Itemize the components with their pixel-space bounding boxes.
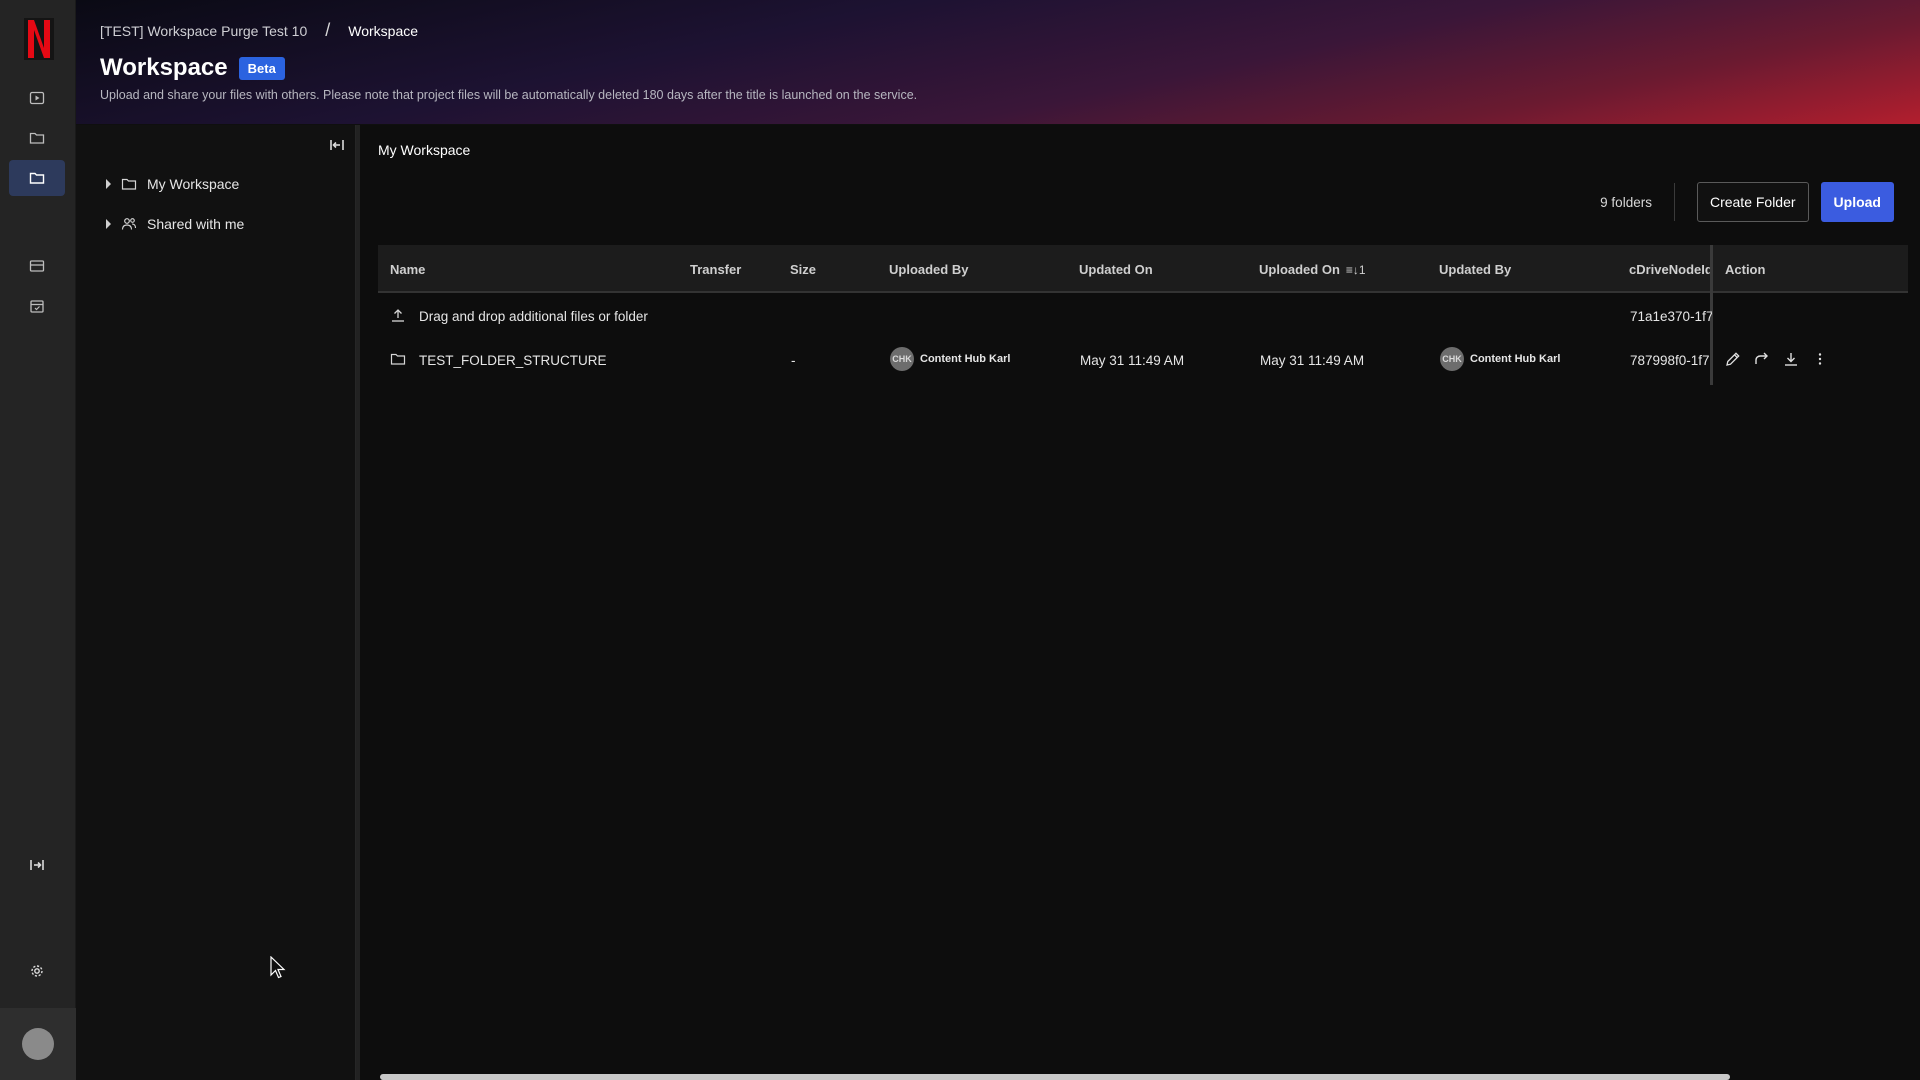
expand-caret-icon[interactable]: [106, 179, 111, 189]
header-banner: [TEST] Workspace Purge Test 10 / Workspa…: [76, 0, 1920, 124]
tree-item-my-workspace[interactable]: My Workspace: [106, 176, 239, 192]
column-updated-on[interactable]: Updated On: [1079, 262, 1153, 277]
toolbar-divider: [1673, 183, 1675, 221]
table-row[interactable]: TEST_FOLDER_STRUCTURE - CHK Content Hub …: [378, 337, 1908, 381]
folder-count: 9 folders: [1600, 194, 1652, 210]
avatar: CHK: [1440, 347, 1464, 371]
calendar-icon: [30, 300, 44, 313]
dropzone-node-id: 71a1e370-1f7: [1630, 309, 1712, 324]
shared-users-icon: [121, 218, 137, 230]
column-cdrive-node-id[interactable]: cDriveNodeId: [1629, 262, 1713, 277]
row-uploaded-by: CHK Content Hub Karl: [890, 347, 1010, 371]
upload-icon-cell: [390, 307, 406, 326]
page-title-row: Workspace Beta: [100, 54, 285, 82]
column-size[interactable]: Size: [790, 262, 816, 277]
row-name[interactable]: TEST_FOLDER_STRUCTURE: [419, 353, 607, 368]
folder-icon: [121, 178, 137, 190]
left-rail: [0, 0, 76, 1080]
column-uploaded-on[interactable]: Uploaded On ≡↓1: [1259, 262, 1366, 277]
share-icon[interactable]: [1753, 350, 1771, 368]
beta-badge: Beta: [238, 56, 285, 80]
edit-icon[interactable]: [1724, 350, 1742, 368]
column-name[interactable]: Name: [390, 262, 425, 277]
upload-icon: [392, 309, 404, 322]
nav-files[interactable]: [9, 120, 65, 156]
row-uploaded-on: May 31 11:49 AM: [1260, 353, 1365, 368]
row-updated-on: May 31 11:49 AM: [1080, 353, 1185, 368]
collapse-panel-button[interactable]: [327, 135, 347, 155]
column-uploaded-on-label: Uploaded On: [1259, 262, 1340, 277]
nav-titles[interactable]: [9, 80, 65, 116]
titles-icon: [29, 91, 45, 105]
card-icon: [29, 260, 45, 272]
more-options-icon[interactable]: [1811, 350, 1829, 368]
row-size: -: [791, 353, 796, 368]
dropzone-label: Drag and drop additional files or folder: [419, 309, 648, 324]
user-name: Content Hub Karl: [1470, 353, 1561, 365]
nav-cards[interactable]: [9, 248, 65, 284]
gear-icon: [31, 965, 43, 977]
nav-workspace[interactable]: [9, 160, 65, 196]
brand-logo[interactable]: [24, 18, 54, 60]
avatar: CHK: [890, 347, 914, 371]
column-updated-by[interactable]: Updated By: [1439, 262, 1511, 277]
page-subtitle: Upload and share your files with others.…: [100, 88, 918, 102]
column-transfer[interactable]: Transfer: [690, 262, 741, 277]
expand-caret-icon[interactable]: [106, 219, 111, 229]
avatar[interactable]: [22, 1028, 54, 1060]
upload-button[interactable]: Upload: [1820, 182, 1894, 222]
nav-schedule[interactable]: [9, 288, 65, 324]
column-uploaded-by[interactable]: Uploaded By: [889, 262, 968, 277]
section-title: My Workspace: [378, 142, 471, 158]
folder-tree-panel: My Workspace Shared with me: [76, 125, 356, 1080]
dropzone-row[interactable]: Drag and drop additional files or folder…: [378, 293, 1908, 337]
main-content: My Workspace 9 folders Create Folder Upl…: [360, 125, 1920, 1080]
table-header: Name Transfer Size Uploaded By Updated O…: [378, 245, 1908, 293]
folder-icon: [29, 132, 45, 144]
horizontal-scrollbar[interactable]: [380, 1074, 1730, 1080]
user-area: [0, 1008, 76, 1080]
download-icon[interactable]: [1782, 350, 1800, 368]
expand-sidebar-icon: [30, 860, 44, 870]
folder-icon-cell: [390, 351, 406, 370]
tree-item-label: Shared with me: [147, 216, 245, 232]
tree-item-label: My Workspace: [147, 176, 240, 192]
row-actions: [1724, 350, 1829, 368]
breadcrumb-separator: /: [325, 20, 331, 40]
row-node-id: 787998f0-1f7: [1630, 353, 1710, 368]
create-folder-button[interactable]: Create Folder: [1696, 182, 1809, 222]
collapse-panel-icon: [330, 140, 344, 150]
page-title: Workspace: [100, 54, 228, 81]
files-table: Name Transfer Size Uploaded By Updated O…: [378, 245, 1908, 385]
row-updated-by: CHK Content Hub Karl: [1440, 347, 1560, 371]
toolbar: 9 folders Create Folder Upload: [1600, 182, 1894, 222]
breadcrumb-current: Workspace: [348, 22, 419, 39]
breadcrumb-parent[interactable]: [TEST] Workspace Purge Test 10: [100, 23, 307, 39]
settings-button[interactable]: [9, 953, 65, 989]
expand-sidebar-button[interactable]: [9, 847, 65, 883]
breadcrumb: [TEST] Workspace Purge Test 10 / Workspa…: [100, 20, 418, 41]
tree-item-shared-with-me[interactable]: Shared with me: [106, 216, 244, 232]
user-name: Content Hub Karl: [920, 353, 1011, 365]
sort-descending-icon[interactable]: ≡↓1: [1346, 263, 1366, 277]
column-action: Action: [1725, 262, 1766, 277]
folder-icon: [390, 353, 406, 365]
mouse-cursor-icon: [270, 956, 286, 979]
workspace-folder-icon: [29, 172, 45, 184]
